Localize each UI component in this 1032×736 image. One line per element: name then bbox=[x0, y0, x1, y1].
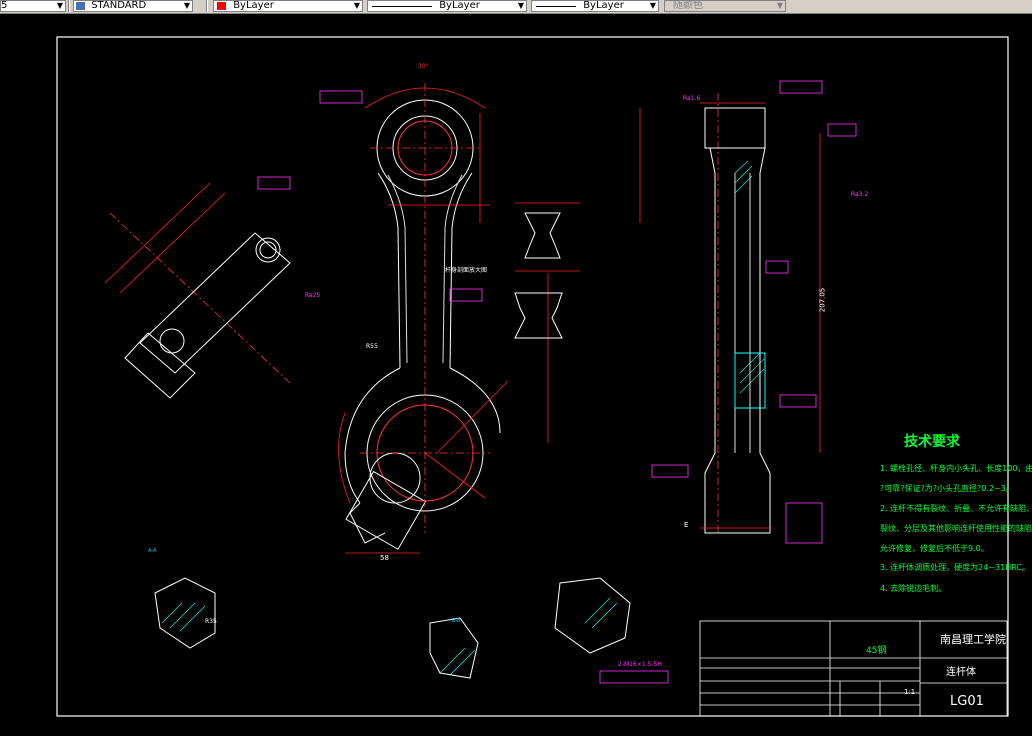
detail-view-b bbox=[429, 617, 479, 679]
section-a-label: A-A bbox=[148, 548, 157, 554]
side-view-dims bbox=[639, 102, 821, 529]
chevron-down-icon[interactable]: ▼ bbox=[650, 1, 656, 11]
textstyle-dropdown[interactable]: STANDARD ▼ bbox=[73, 0, 193, 12]
centerlines bbox=[109, 83, 719, 533]
tech-item-2b: 裂纹、分层及其他影响连杆使用性能的缺陷， bbox=[880, 524, 1032, 533]
color-swatch-icon bbox=[217, 2, 226, 10]
title-block-school: 南昌理工学院 bbox=[940, 633, 1006, 646]
dim-58: 58 bbox=[380, 554, 389, 562]
rod-front-view bbox=[344, 99, 501, 550]
chevron-down-icon[interactable]: ▼ bbox=[518, 1, 524, 11]
drawing-frame bbox=[56, 36, 1009, 717]
dim-angle-30: 30° bbox=[418, 63, 429, 70]
color-dropdown[interactable]: ByLayer ▼ bbox=[213, 0, 363, 12]
bolt-label: 杆身剖面放大图 bbox=[445, 267, 488, 274]
textstyle-icon bbox=[76, 2, 85, 10]
linetype-dropdown[interactable]: ByLayer ▼ bbox=[367, 0, 527, 12]
chevron-down-icon[interactable]: ▼ bbox=[354, 1, 360, 11]
lineweight-preview-icon bbox=[536, 6, 576, 7]
i-section-lower bbox=[514, 292, 563, 339]
toolbar-separator bbox=[68, 0, 70, 12]
chevron-down-icon[interactable]: ▼ bbox=[184, 1, 190, 11]
lineweight-dropdown[interactable]: ByLayer ▼ bbox=[531, 0, 659, 12]
linetype-preview-icon bbox=[372, 6, 432, 7]
section-hatching bbox=[161, 160, 765, 676]
chevron-down-icon[interactable]: ▼ bbox=[57, 1, 63, 11]
dim-total-length: 207.05 bbox=[818, 287, 827, 313]
drawing-svg bbox=[56, 36, 1009, 717]
plotstyle-dropdown[interactable]: 随颜色 ▼ bbox=[664, 0, 786, 12]
tolerance-frames bbox=[257, 80, 857, 684]
toolbar-separator bbox=[206, 0, 208, 12]
dim-r55: R55 bbox=[366, 343, 378, 350]
tech-item-1: 1. 螺栓孔径、杆身内小头孔、长度100，由 bbox=[880, 464, 1032, 473]
title-block-drawing-no: LG01 bbox=[950, 694, 984, 709]
properties-toolbar: 5 ▼ STANDARD ▼ ByLayer ▼ ByLayer ▼ ByLay… bbox=[0, 0, 1032, 14]
tech-item-4: 4. 去除锐边毛刺。 bbox=[880, 584, 947, 593]
i-section-upper bbox=[524, 212, 561, 259]
tech-requirements-title: 技术要求 bbox=[904, 434, 960, 450]
title-block-material: 45钢 bbox=[866, 646, 887, 656]
datum-e: E bbox=[684, 521, 689, 529]
textstyle-prefix[interactable]: 5 ▼ bbox=[0, 0, 66, 12]
tech-item-1b: ?可靠?保证?为?小头孔直径?0.2~3。 bbox=[880, 484, 1014, 493]
dim-ra25: Ra25 bbox=[305, 292, 321, 299]
tech-item-3: 3. 连杆体调质处理，硬度为24~31HRC。 bbox=[880, 563, 1030, 572]
dim-ra16: Ra1.6 bbox=[683, 95, 701, 102]
iso-dims bbox=[104, 182, 226, 294]
dim-thread: 2-M16×1.5-5H bbox=[618, 661, 662, 668]
tech-item-2: 2. 连杆不得有裂纹、折叠、不允许有缺陷、夹渣、缩孔、 bbox=[880, 504, 1032, 513]
drawing-canvas[interactable]: 技术要求 1. 螺栓孔径、杆身内小头孔、长度100，由 ?可靠?保证?为?小头孔… bbox=[0, 13, 1032, 732]
rod-isometric-view bbox=[124, 232, 291, 399]
dim-r35: R35 bbox=[205, 618, 217, 625]
title-block-part-name: 连杆体 bbox=[946, 667, 976, 678]
tech-item-2c: 允许修复，修复后不低于9.0。 bbox=[880, 544, 989, 553]
title-block-scale: 1:1 bbox=[904, 688, 916, 696]
dim-ra32: Ra3.2 bbox=[851, 191, 869, 198]
rod-side-view bbox=[704, 107, 771, 534]
chevron-down-icon: ▼ bbox=[776, 1, 783, 10]
section-b-label: B-B bbox=[452, 618, 461, 624]
